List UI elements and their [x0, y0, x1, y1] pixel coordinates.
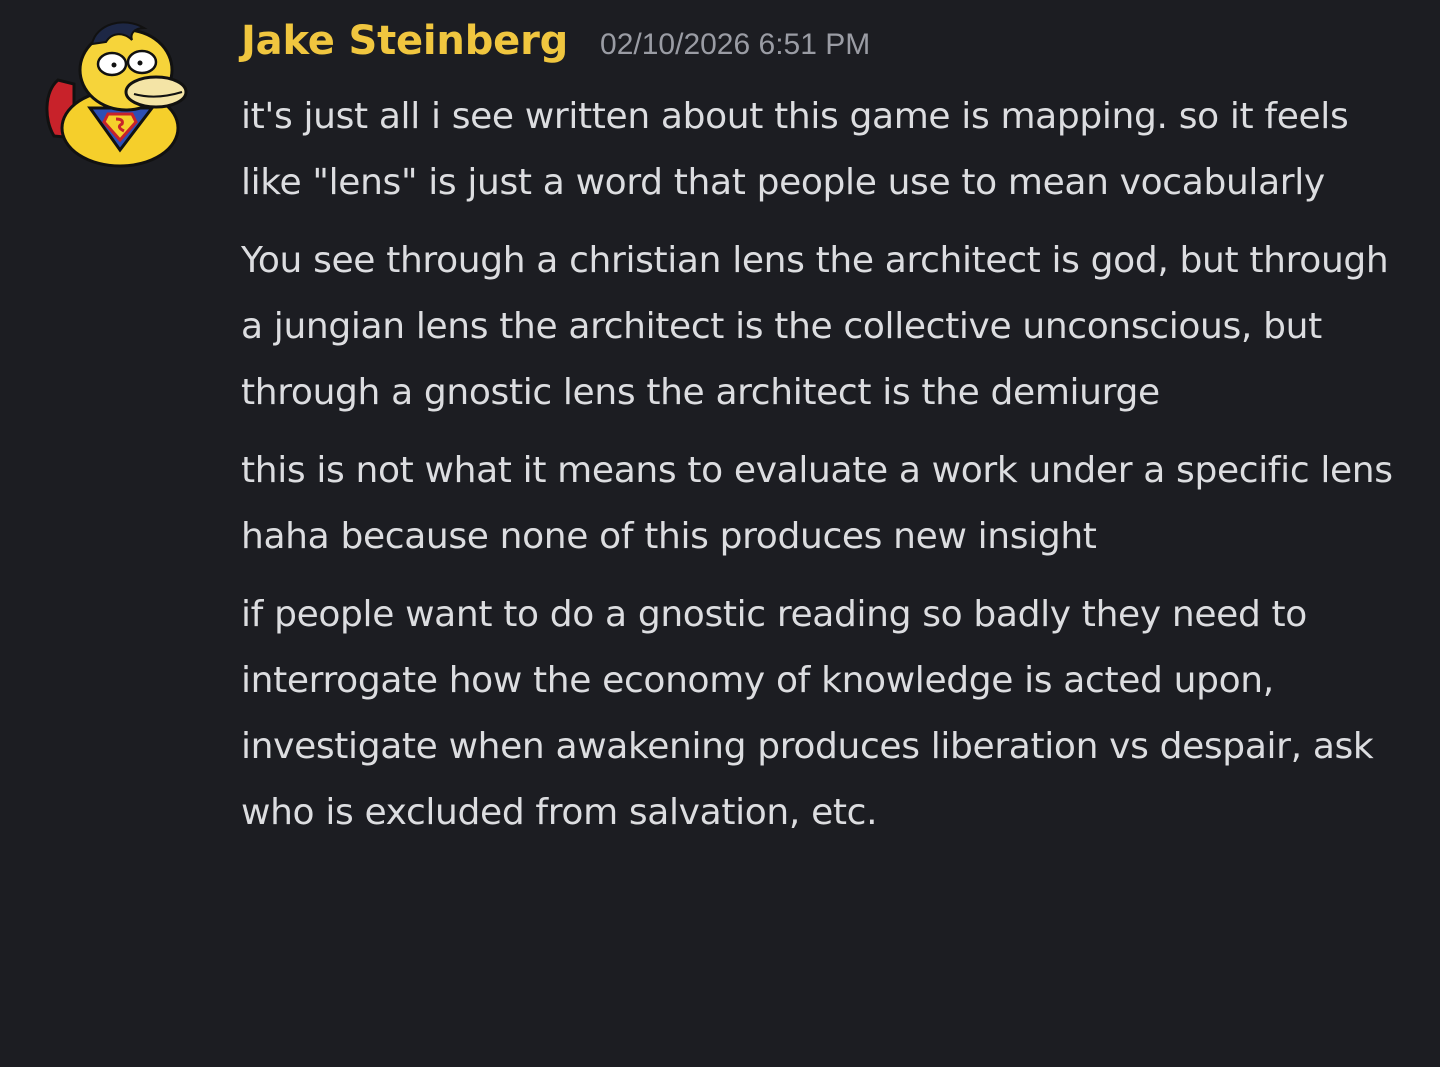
message-header: Jake Steinberg 02/10/2026 6:51 PM — [241, 18, 1401, 84]
message-group: Jake Steinberg 02/10/2026 6:51 PM it's j… — [241, 18, 1401, 846]
message-timestamp[interactable]: 02/10/2026 6:51 PM — [600, 28, 870, 62]
message-text: if people want to do a gnostic reading s… — [241, 594, 1374, 833]
psyduck-superman-icon — [45, 21, 188, 168]
user-avatar[interactable] — [40, 18, 192, 170]
author-name[interactable]: Jake Steinberg — [241, 18, 568, 64]
message-text: it's just all i see written about this g… — [241, 96, 1349, 203]
message-text: You see through a christian lens the arc… — [241, 240, 1389, 413]
message-text: this is not what it means to evaluate a … — [241, 450, 1393, 557]
